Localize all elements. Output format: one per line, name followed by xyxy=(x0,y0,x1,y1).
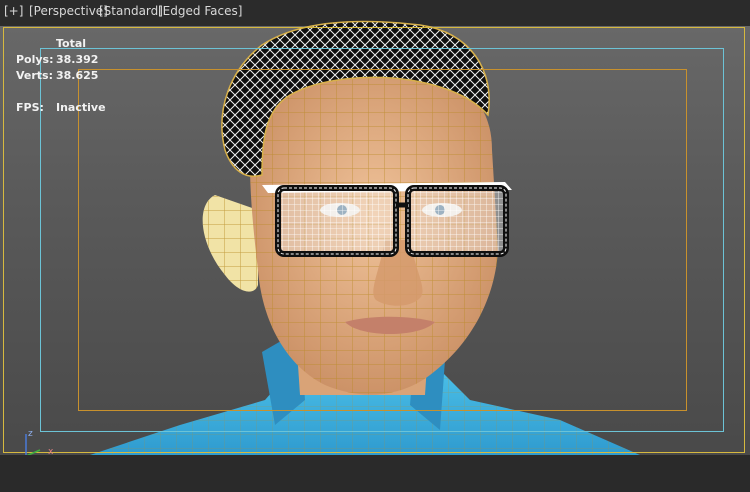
verts-value: 38.625 xyxy=(56,69,99,82)
perspective-viewport[interactable]: [+] [Perspective] [Standard] [Edged Face… xyxy=(0,0,750,492)
safe-frame-title xyxy=(78,69,687,411)
fps-label: FPS: xyxy=(16,101,44,114)
stats-total-header: Total xyxy=(56,37,87,50)
verts-label: Verts: xyxy=(16,69,54,82)
z-axis-label: z xyxy=(28,429,33,439)
fps-value: Inactive xyxy=(56,101,106,114)
polys-value: 38.392 xyxy=(56,53,99,66)
viewport-bottom-band xyxy=(0,455,750,492)
polys-label: Polys: xyxy=(16,53,54,66)
